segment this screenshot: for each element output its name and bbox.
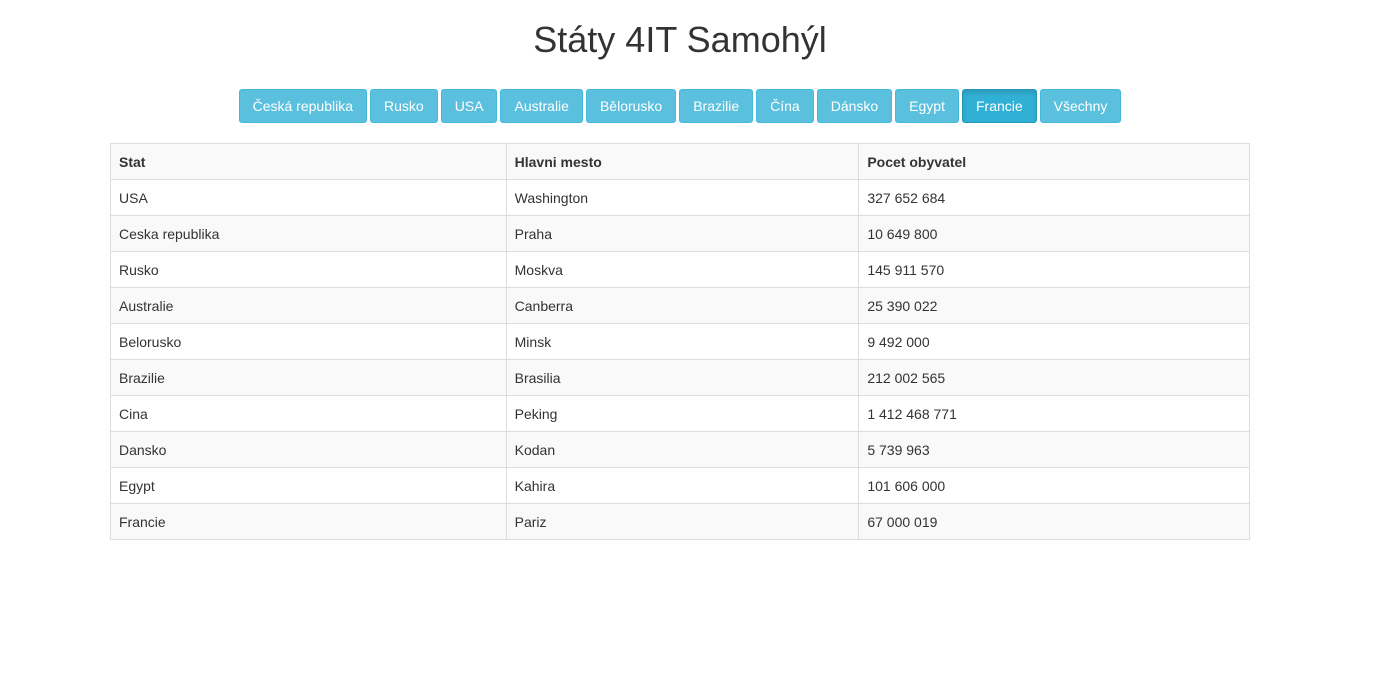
filter-button-dansko[interactable]: Dánsko xyxy=(816,89,893,123)
countries-table: Stat Hlavni mesto Pocet obyvatel USA Was… xyxy=(110,143,1250,540)
table-row: USA Washington 327 652 684 xyxy=(110,179,1250,216)
cell-stat: Brazilie xyxy=(110,359,507,396)
table-row: Cina Peking 1 412 468 771 xyxy=(110,395,1250,432)
cell-stat: Rusko xyxy=(110,251,507,288)
filter-button-francie[interactable]: Francie xyxy=(961,89,1037,123)
cell-pocet-obyvatel: 10 649 800 xyxy=(858,215,1250,252)
page: Státy 4IT Samohýl Česká republika Rusko … xyxy=(0,0,1378,691)
filter-button-rusko[interactable]: Rusko xyxy=(370,89,438,123)
cell-pocet-obyvatel: 9 492 000 xyxy=(858,323,1250,360)
table-row: Brazilie Brasilia 212 002 565 xyxy=(110,359,1250,396)
filter-button-egypt[interactable]: Egypt xyxy=(895,89,959,123)
filter-button-usa[interactable]: USA xyxy=(440,89,498,123)
cell-hlavni-mesto: Moskva xyxy=(505,251,860,288)
cell-pocet-obyvatel: 67 000 019 xyxy=(858,503,1250,540)
cell-hlavni-mesto: Peking xyxy=(505,395,860,432)
country-filter-bar: Česká republika Rusko USA Australie Bělo… xyxy=(0,89,1360,123)
page-title: Státy 4IT Samohýl xyxy=(533,19,827,60)
cell-pocet-obyvatel: 25 390 022 xyxy=(858,287,1250,324)
cell-hlavni-mesto: Kodan xyxy=(505,431,860,468)
cell-stat: Belorusko xyxy=(110,323,507,360)
table-row: Dansko Kodan 5 739 963 xyxy=(110,431,1250,468)
cell-stat: Australie xyxy=(110,287,507,324)
column-header-pocet-obyvatel: Pocet obyvatel xyxy=(858,143,1250,180)
filter-button-belorusko[interactable]: Bělorusko xyxy=(585,89,677,123)
column-header-stat: Stat xyxy=(110,143,507,180)
cell-hlavni-mesto: Kahira xyxy=(505,467,860,504)
filter-button-australie[interactable]: Australie xyxy=(500,89,583,123)
table-row: Rusko Moskva 145 911 570 xyxy=(110,251,1250,288)
cell-hlavni-mesto: Brasilia xyxy=(505,359,860,396)
cell-pocet-obyvatel: 101 606 000 xyxy=(858,467,1250,504)
filter-button-cina[interactable]: Čína xyxy=(756,89,814,123)
cell-pocet-obyvatel: 5 739 963 xyxy=(858,431,1250,468)
cell-stat: Egypt xyxy=(110,467,507,504)
cell-stat: Francie xyxy=(110,503,507,540)
cell-stat: Dansko xyxy=(110,431,507,468)
column-header-hlavni-mesto: Hlavni mesto xyxy=(505,143,860,180)
cell-hlavni-mesto: Praha xyxy=(505,215,860,252)
filter-button-vsechny[interactable]: Všechny xyxy=(1039,89,1122,123)
cell-stat: Ceska republika xyxy=(110,215,507,252)
cell-pocet-obyvatel: 212 002 565 xyxy=(858,359,1250,396)
cell-hlavni-mesto: Pariz xyxy=(505,503,860,540)
cell-stat: USA xyxy=(110,179,507,216)
cell-pocet-obyvatel: 1 412 468 771 xyxy=(858,395,1250,432)
cell-pocet-obyvatel: 145 911 570 xyxy=(858,251,1250,288)
table-header-row: Stat Hlavni mesto Pocet obyvatel xyxy=(110,143,1250,180)
cell-pocet-obyvatel: 327 652 684 xyxy=(858,179,1250,216)
table-row: Belorusko Minsk 9 492 000 xyxy=(110,323,1250,360)
filter-button-brazilie[interactable]: Brazilie xyxy=(679,89,754,123)
cell-hlavni-mesto: Minsk xyxy=(505,323,860,360)
table-row: Ceska republika Praha 10 649 800 xyxy=(110,215,1250,252)
table-row: Egypt Kahira 101 606 000 xyxy=(110,467,1250,504)
filter-button-ceska-republika[interactable]: Česká republika xyxy=(238,89,367,123)
cell-stat: Cina xyxy=(110,395,507,432)
cell-hlavni-mesto: Washington xyxy=(505,179,860,216)
table-row: Francie Pariz 67 000 019 xyxy=(110,503,1250,540)
cell-hlavni-mesto: Canberra xyxy=(505,287,860,324)
table-row: Australie Canberra 25 390 022 xyxy=(110,287,1250,324)
